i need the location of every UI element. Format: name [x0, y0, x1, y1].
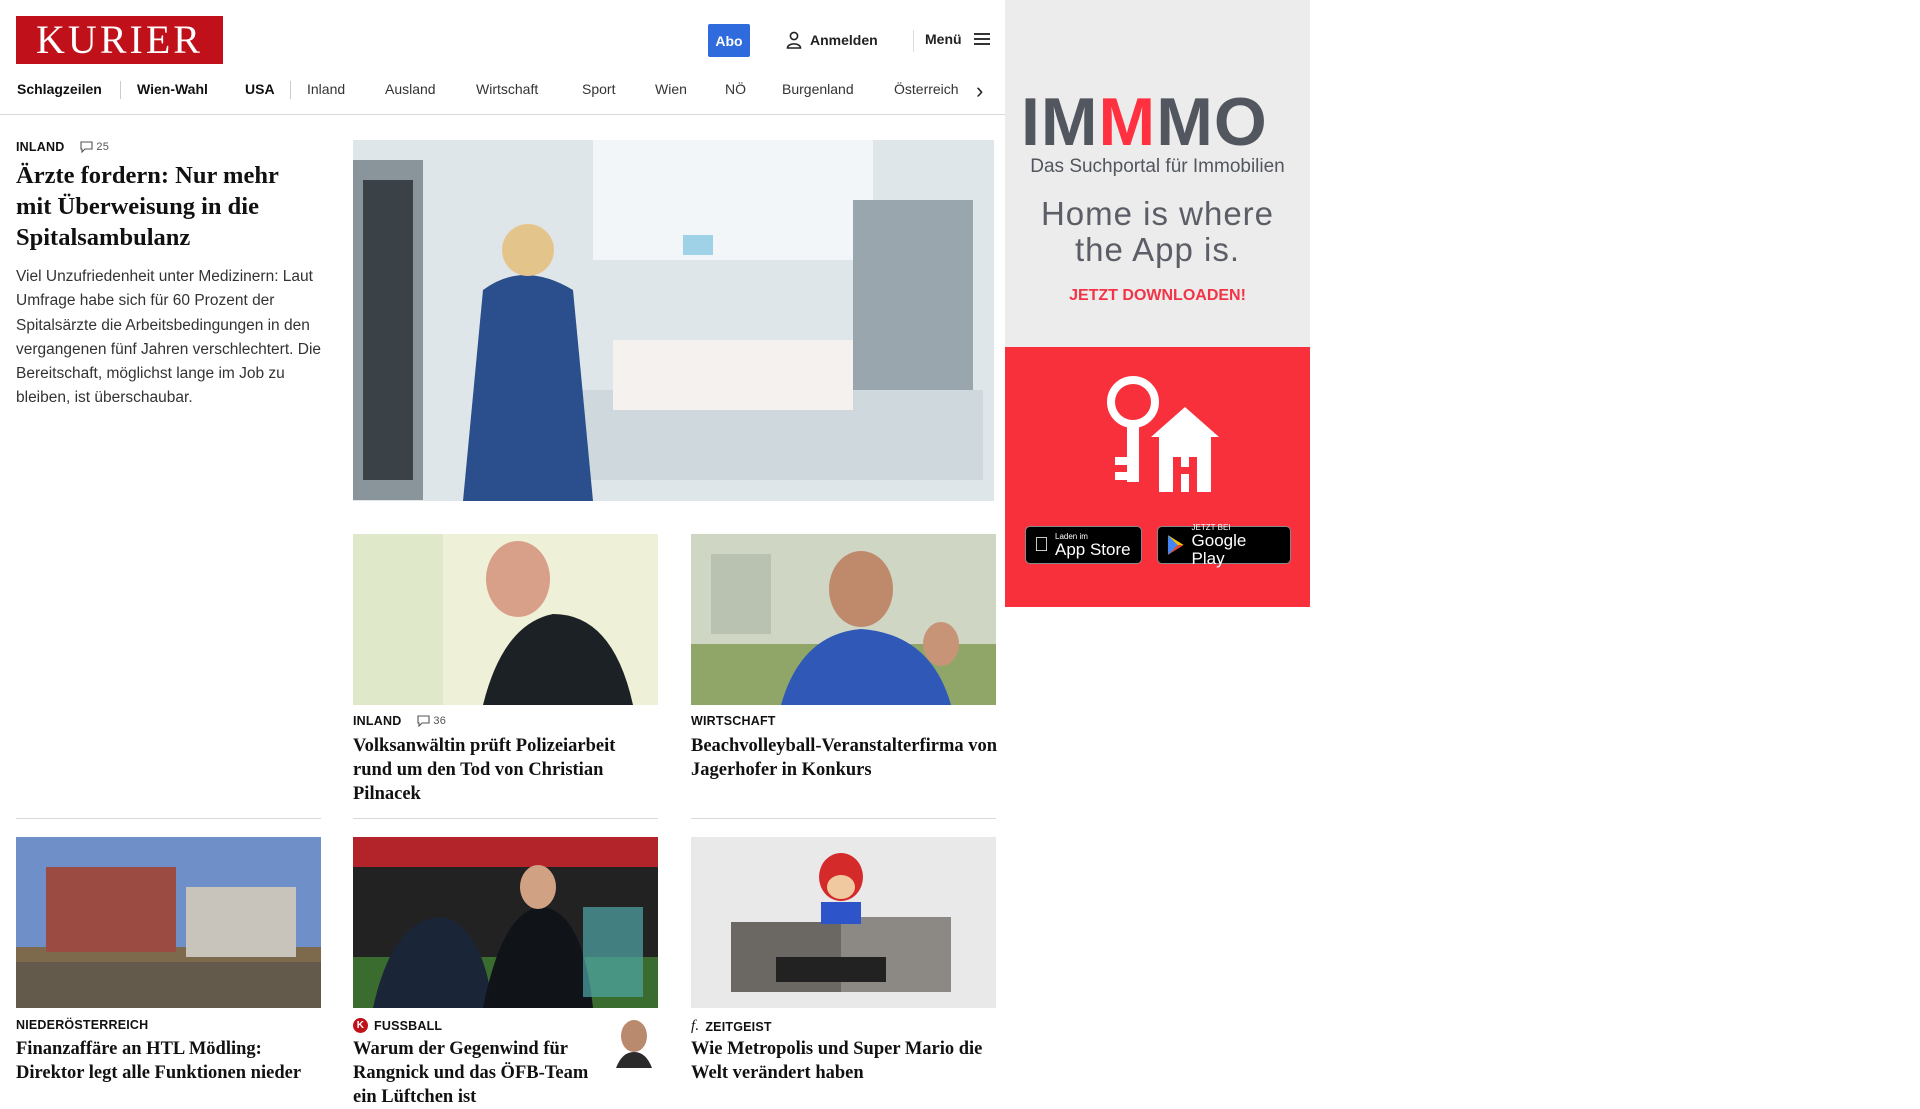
article-image[interactable] — [353, 534, 658, 705]
immmo-ad[interactable]: IMMMO Das Suchportal für Immobilien Home… — [1005, 0, 1310, 607]
hero-lead: Viel Unzufriedenheit unter Medizinern: L… — [16, 268, 322, 407]
comment-icon — [80, 141, 93, 153]
article-category[interactable]: INLAND 36 — [353, 714, 446, 728]
comment-count[interactable]: 25 — [80, 141, 109, 153]
nav-item-usa[interactable]: USA — [245, 81, 275, 97]
ad-headline: Home is where the App is. — [1040, 195, 1275, 268]
divider — [353, 818, 658, 819]
category-label: ZEITGEIST — [705, 1019, 772, 1034]
kurier-logo[interactable]: KURIER — [16, 16, 223, 64]
article-image[interactable] — [691, 534, 996, 705]
hero-image[interactable] — [353, 140, 994, 501]
main-content: KURIER Abo Anmelden Menü Schlagzeilen Wi… — [0, 0, 1005, 1107]
ad-red-panel — [1005, 347, 1310, 607]
nav-item-wien[interactable]: Wien — [655, 81, 687, 97]
nav-item-ausland[interactable]: Ausland — [385, 81, 436, 97]
article-image[interactable] — [16, 837, 321, 1008]
immmo-wordmark: IMMMO — [1021, 84, 1268, 160]
article-image[interactable] — [691, 837, 996, 1008]
article-headline[interactable]: Warum der Gegenwind für Rangnick und das… — [353, 1037, 593, 1109]
category-label: FUSSBALL — [374, 1018, 443, 1033]
key-house-icon — [1107, 376, 1219, 492]
appstore-label: App Store — [1040, 539, 1131, 559]
googleplay-label: Google Play — [1191, 530, 1247, 568]
article-image[interactable] — [353, 837, 658, 1008]
article-category[interactable]: WIRTSCHAFT — [691, 714, 776, 728]
ad-download-link[interactable]: JETZT DOWNLOADEN! — [1005, 287, 1310, 305]
apple-icon:  — [1034, 535, 1049, 555]
zeitgeist-icon: f. — [691, 1018, 700, 1034]
comment-count-value: 25 — [96, 141, 110, 153]
article-headline[interactable]: Finanzaffäre an HTL Mödling: Direktor le… — [16, 1037, 321, 1085]
nav-item-inland[interactable]: Inland — [307, 81, 345, 97]
google-play-icon — [1167, 535, 1184, 555]
article-headline[interactable]: Beachvolleyball-Veranstalterfirma von Ja… — [691, 734, 1001, 782]
article-category[interactable]: f. ZEITGEIST — [691, 1018, 772, 1035]
menu-button[interactable]: Menü — [925, 31, 990, 47]
article-category[interactable]: NIEDERÖSTERREICH — [16, 1018, 148, 1032]
category-label: WIRTSCHAFT — [691, 714, 776, 728]
article-headline[interactable]: Volksanwältin prüft Polizeiarbeit rund u… — [353, 734, 658, 806]
nav-item-oesterreich[interactable]: Österreich — [894, 81, 959, 97]
ad-top-panel: IMMMO Das Suchportal für Immobilien Home… — [1005, 0, 1310, 347]
nav-item-wien-wahl[interactable]: Wien-Wahl — [137, 81, 208, 97]
section-nav: Schlagzeilen Wien-Wahl USA Inland Auslan… — [0, 74, 1005, 115]
article-headline[interactable]: Wie Metropolis und Super Mario die Welt … — [691, 1037, 996, 1085]
google-play-button[interactable]: JETZT BEI Google Play — [1157, 523, 1291, 567]
divider — [16, 818, 321, 819]
article-category[interactable]: K FUSSBALL — [353, 1018, 442, 1033]
menu-label: Menü — [925, 31, 962, 47]
category-label: INLAND — [353, 714, 402, 728]
ad-subtitle: Das Suchportal für Immobilien — [1030, 156, 1285, 177]
hero-headline[interactable]: Ärzte fordern: Nur mehr mit Überweisung … — [16, 160, 316, 253]
chevron-right-icon[interactable]: › — [976, 78, 983, 104]
kurier-k-icon: K — [353, 1018, 368, 1033]
nav-item-sport[interactable]: Sport — [582, 81, 615, 97]
header-divider — [913, 30, 914, 52]
category-label: INLAND — [16, 140, 65, 154]
hamburger-icon — [973, 33, 990, 45]
abo-button[interactable]: Abo — [708, 24, 750, 57]
app-store-button[interactable]:  Laden imApp Store — [1025, 526, 1142, 564]
nav-item-schlagzeilen[interactable]: Schlagzeilen — [17, 81, 102, 97]
nav-item-burgenland[interactable]: Burgenland — [782, 81, 854, 97]
comment-icon — [417, 715, 430, 727]
comment-count[interactable]: 36 — [417, 715, 446, 727]
hero-category[interactable]: INLAND 25 — [16, 140, 109, 154]
category-label: NIEDERÖSTERREICH — [16, 1018, 149, 1032]
login-label: Anmelden — [810, 32, 878, 48]
comment-count-value: 36 — [433, 715, 447, 727]
user-icon — [786, 31, 802, 49]
login-button[interactable]: Anmelden — [786, 31, 878, 49]
divider — [691, 818, 996, 819]
author-avatar — [614, 1016, 654, 1068]
nav-item-wirtschaft[interactable]: Wirtschaft — [476, 81, 538, 97]
nav-item-noe[interactable]: NÖ — [725, 81, 746, 97]
nav-separator — [120, 81, 121, 99]
nav-separator — [290, 81, 291, 99]
